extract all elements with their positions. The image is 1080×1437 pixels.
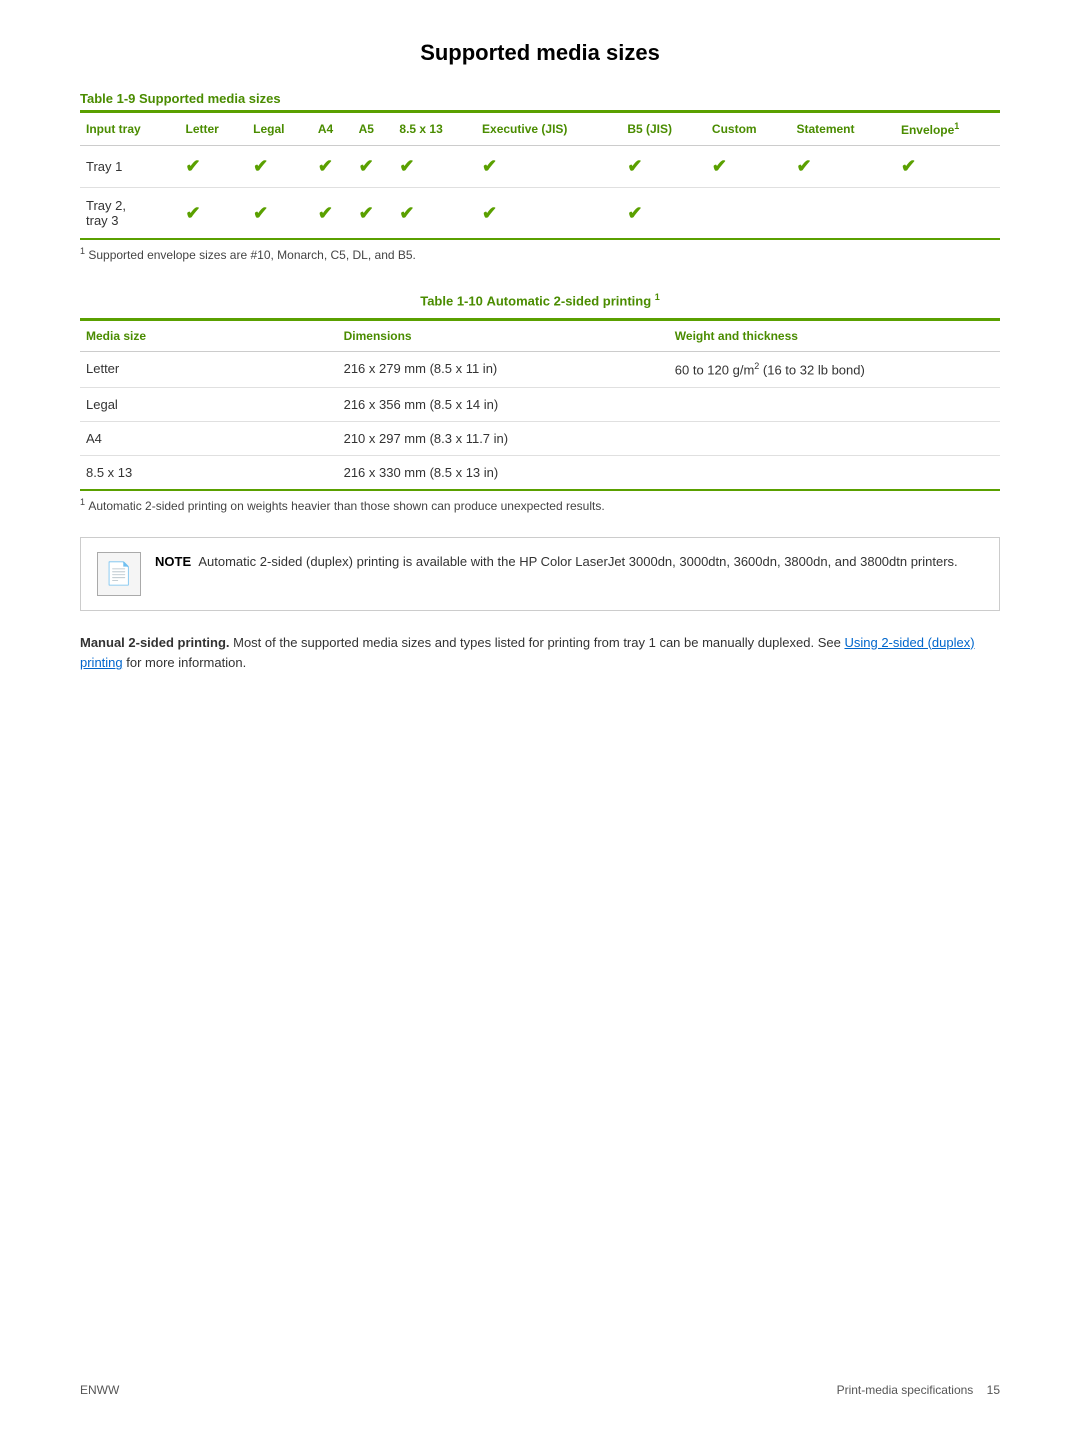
media-letter: Letter: [80, 352, 338, 387]
check-statement: ✔: [790, 146, 894, 188]
col-a5: A5: [353, 113, 394, 146]
media-a4: A4: [80, 421, 338, 455]
table2-footnote: 1 Automatic 2-sided printing on weights …: [80, 497, 1000, 513]
col-executive-jis: Executive (JIS): [476, 113, 621, 146]
check-a4: ✔: [312, 188, 353, 239]
dim-letter: 216 x 279 mm (8.5 x 11 in): [338, 352, 669, 387]
col-envelope: Envelope1: [895, 113, 1000, 146]
check-envelope: ✔: [895, 146, 1000, 188]
check-letter: ✔: [179, 146, 247, 188]
check-8513: ✔: [393, 188, 476, 239]
table-row: Tray 2,tray 3 ✔ ✔ ✔ ✔ ✔ ✔ ✔: [80, 188, 1000, 239]
col-8513: 8.5 x 13: [393, 113, 476, 146]
check-custom-empty: [706, 188, 791, 239]
media-legal: Legal: [80, 387, 338, 421]
weight-legal: [669, 387, 1000, 421]
tray-label: Tray 1: [80, 146, 179, 188]
col-letter: Letter: [179, 113, 247, 146]
table2-header-row: Media size Dimensions Weight and thickne…: [80, 321, 1000, 352]
note-text: NOTE Automatic 2-sided (duplex) printing…: [155, 552, 958, 572]
table2-bottom-bar: [80, 489, 1000, 491]
col-b5-jis: B5 (JIS): [621, 113, 706, 146]
col-statement: Statement: [790, 113, 894, 146]
col-custom: Custom: [706, 113, 791, 146]
check-execjis: ✔: [476, 146, 621, 188]
note-label: NOTE: [155, 554, 191, 569]
note-icon: 📄: [97, 552, 141, 596]
manual-bold-text: Manual 2-sided printing.: [80, 635, 230, 650]
col-a4: A4: [312, 113, 353, 146]
col-legal: Legal: [247, 113, 312, 146]
weight-8513: [669, 455, 1000, 489]
table-row: 8.5 x 13 216 x 330 mm (8.5 x 13 in): [80, 455, 1000, 489]
table-row: Tray 1 ✔ ✔ ✔ ✔ ✔ ✔ ✔ ✔ ✔ ✔: [80, 146, 1000, 188]
page-title: Supported media sizes: [80, 40, 1000, 66]
check-letter: ✔: [179, 188, 247, 239]
note-box: 📄 NOTE Automatic 2-sided (duplex) printi…: [80, 537, 1000, 611]
table1-bottom-bar: [80, 238, 1000, 240]
check-execjis: ✔: [476, 188, 621, 239]
col-media-size: Media size: [80, 321, 338, 352]
table1-footnote: 1 Supported envelope sizes are #10, Mona…: [80, 246, 1000, 262]
table-row: Legal 216 x 356 mm (8.5 x 14 in): [80, 387, 1000, 421]
check-custom: ✔: [706, 146, 791, 188]
check-8513: ✔: [393, 146, 476, 188]
check-b5jis: ✔: [621, 146, 706, 188]
check-legal: ✔: [247, 146, 312, 188]
dim-legal: 216 x 356 mm (8.5 x 14 in): [338, 387, 669, 421]
check-legal: ✔: [247, 188, 312, 239]
dim-8513: 216 x 330 mm (8.5 x 13 in): [338, 455, 669, 489]
tray-label: Tray 2,tray 3: [80, 188, 179, 239]
check-a5: ✔: [353, 146, 394, 188]
check-b5jis: ✔: [621, 188, 706, 239]
table1-header-row: Input tray Letter Legal A4 A5 8.5 x 13 E…: [80, 113, 1000, 146]
manual-2sided-paragraph: Manual 2-sided printing. Most of the sup…: [80, 633, 1000, 675]
col-input-tray: Input tray: [80, 113, 179, 146]
check-envelope-empty: [895, 188, 1000, 239]
media-8513: 8.5 x 13: [80, 455, 338, 489]
check-a5: ✔: [353, 188, 394, 239]
table2-label: Table 1-10 Automatic 2-sided printing 1: [420, 292, 660, 308]
dim-a4: 210 x 297 mm (8.3 x 11.7 in): [338, 421, 669, 455]
weight-letter: 60 to 120 g/m2 (16 to 32 lb bond): [669, 352, 1000, 387]
footer-right: Print-media specifications 15: [837, 1383, 1000, 1397]
col-dimensions: Dimensions: [338, 321, 669, 352]
table-row: Letter 216 x 279 mm (8.5 x 11 in) 60 to …: [80, 352, 1000, 387]
table1-label: Table 1-9 Supported media sizes: [80, 91, 281, 106]
footer-left: ENWW: [80, 1383, 119, 1397]
media-sizes-table: Input tray Letter Legal A4 A5 8.5 x 13 E…: [80, 113, 1000, 238]
page-footer: ENWW Print-media specifications 15: [80, 1383, 1000, 1397]
auto-2sided-table: Media size Dimensions Weight and thickne…: [80, 321, 1000, 488]
check-statement-empty: [790, 188, 894, 239]
check-a4: ✔: [312, 146, 353, 188]
col-weight-thickness: Weight and thickness: [669, 321, 1000, 352]
weight-a4: [669, 421, 1000, 455]
table-row: A4 210 x 297 mm (8.3 x 11.7 in): [80, 421, 1000, 455]
